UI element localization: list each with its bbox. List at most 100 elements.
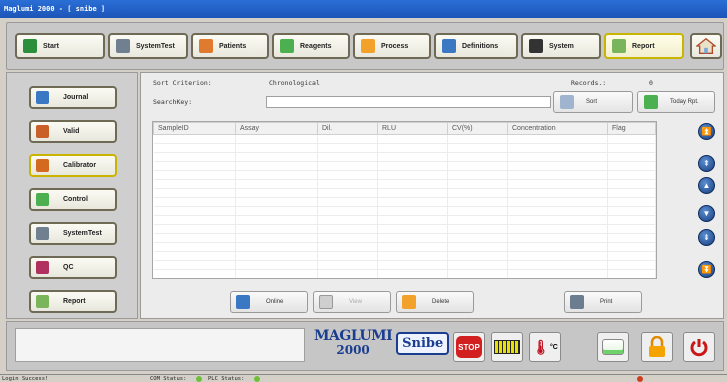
- table-cell: [607, 143, 656, 153]
- double-up-arrow-icon: ⏫: [701, 127, 712, 136]
- table-row[interactable]: [153, 197, 656, 207]
- column-header[interactable]: RLU: [377, 122, 448, 135]
- nav-system-button[interactable]: System: [521, 33, 601, 59]
- search-key-input[interactable]: [266, 96, 551, 108]
- power-button[interactable]: [683, 332, 715, 362]
- nav-report-button[interactable]: Report: [604, 33, 684, 59]
- table-cell: [447, 161, 508, 171]
- indicator-button[interactable]: [597, 332, 629, 362]
- people-icon: [199, 39, 213, 53]
- sidebar-item-report[interactable]: Report: [29, 290, 117, 313]
- temperature-button[interactable]: 🌡 °C: [529, 332, 561, 362]
- view-button-label: View: [349, 299, 362, 305]
- sidebar-item-journal[interactable]: Journal: [29, 86, 117, 109]
- sidebar-item-control[interactable]: Control: [29, 188, 117, 211]
- delete-button[interactable]: Delete: [396, 291, 474, 313]
- report-table[interactable]: SampleID Assay Dil. RLU CV(%) Concentrat…: [152, 121, 657, 279]
- nav-process-button[interactable]: Process: [353, 33, 431, 59]
- page-up-icon: ⇞: [703, 159, 710, 168]
- table-cell: [235, 197, 318, 207]
- table-row[interactable]: [153, 269, 656, 278]
- delete-icon: [402, 295, 416, 309]
- home-button[interactable]: [690, 33, 722, 59]
- com-status-indicator: [196, 376, 202, 382]
- table-cell: [317, 143, 378, 153]
- column-header[interactable]: Concentration: [507, 122, 608, 135]
- sidebar-item-calibrator[interactable]: Calibrator: [29, 154, 117, 177]
- sidebar-item-systemtest[interactable]: SystemTest: [29, 222, 117, 245]
- table-row[interactable]: [153, 224, 656, 234]
- table-cell: [317, 233, 378, 243]
- table-cell: [447, 269, 508, 278]
- sidebar-item-label: Control: [63, 196, 88, 203]
- table-row[interactable]: [153, 143, 656, 153]
- today-report-button[interactable]: Today Rpt.: [637, 91, 715, 113]
- calibrator-icon: [36, 159, 49, 172]
- nav-start-label: Start: [43, 42, 59, 50]
- table-row[interactable]: [153, 170, 656, 180]
- table-row[interactable]: [153, 242, 656, 252]
- table-cell: [317, 215, 378, 225]
- column-header[interactable]: Flag: [607, 122, 656, 135]
- definitions-icon: [442, 39, 456, 53]
- scroll-down-button[interactable]: ▼: [698, 205, 715, 222]
- print-button-label: Print: [600, 299, 613, 305]
- table-row[interactable]: [153, 206, 656, 216]
- table-cell: [607, 251, 656, 261]
- nav-patients-button[interactable]: Patients: [191, 33, 269, 59]
- online-button[interactable]: Online: [230, 291, 308, 313]
- snibe-brand: Snibe: [396, 331, 450, 355]
- table-row[interactable]: [153, 179, 656, 189]
- table-cell: [507, 134, 608, 144]
- reagent-tray-button[interactable]: [491, 332, 523, 362]
- lock-button[interactable]: [641, 332, 673, 362]
- table-row[interactable]: [153, 251, 656, 261]
- down-arrow-icon: ▼: [702, 209, 711, 218]
- table-row[interactable]: [153, 152, 656, 162]
- plc-status-indicator: [254, 376, 260, 382]
- nav-systemtest-button[interactable]: SystemTest: [108, 33, 188, 59]
- maglumi-logo: MAGLUMI 2000 Snibe: [314, 328, 450, 357]
- column-header[interactable]: Dil.: [317, 122, 378, 135]
- sidebar-item-valid[interactable]: Valid: [29, 120, 117, 143]
- control-icon: [36, 193, 49, 206]
- table-row[interactable]: [153, 215, 656, 225]
- table-cell: [507, 251, 608, 261]
- table-cell: [153, 197, 236, 207]
- nav-reagents-button[interactable]: Reagents: [272, 33, 350, 59]
- scroll-bottom-button[interactable]: ⏬: [698, 261, 715, 278]
- nav-process-label: Process: [381, 42, 409, 50]
- table-row[interactable]: [153, 233, 656, 243]
- nav-start-button[interactable]: Start: [15, 33, 105, 59]
- print-button[interactable]: Print: [564, 291, 642, 313]
- nav-definitions-button[interactable]: Definitions: [434, 33, 518, 59]
- table-cell: [377, 188, 448, 198]
- double-down-arrow-icon: ⏬: [701, 265, 712, 274]
- records-label: Records.:: [571, 79, 607, 87]
- table-cell: [153, 170, 236, 180]
- table-row[interactable]: [153, 260, 656, 270]
- page-down-button[interactable]: ⇟: [698, 229, 715, 246]
- column-header[interactable]: Assay: [235, 122, 318, 135]
- column-header[interactable]: SampleID: [153, 122, 236, 135]
- status-light-icon: [602, 339, 624, 355]
- sidebar-item-qc[interactable]: QC: [29, 256, 117, 279]
- column-header[interactable]: CV(%): [447, 122, 508, 135]
- table-cell: [317, 260, 378, 270]
- stop-button[interactable]: STOP: [453, 332, 485, 362]
- table-row[interactable]: [153, 134, 656, 144]
- scroll-up-button[interactable]: ▲: [698, 177, 715, 194]
- table-cell: [377, 260, 448, 270]
- table-cell: [317, 251, 378, 261]
- view-button[interactable]: View: [313, 291, 391, 313]
- table-cell: [235, 269, 318, 278]
- table-cell: [607, 161, 656, 171]
- page-up-button[interactable]: ⇞: [698, 155, 715, 172]
- table-cell: [507, 152, 608, 162]
- sort-button[interactable]: Sort: [553, 91, 633, 113]
- logo-line1: MAGLUMI: [314, 328, 393, 344]
- scroll-top-button[interactable]: ⏫: [698, 123, 715, 140]
- table-cell: [607, 215, 656, 225]
- table-row[interactable]: [153, 188, 656, 198]
- table-row[interactable]: [153, 161, 656, 171]
